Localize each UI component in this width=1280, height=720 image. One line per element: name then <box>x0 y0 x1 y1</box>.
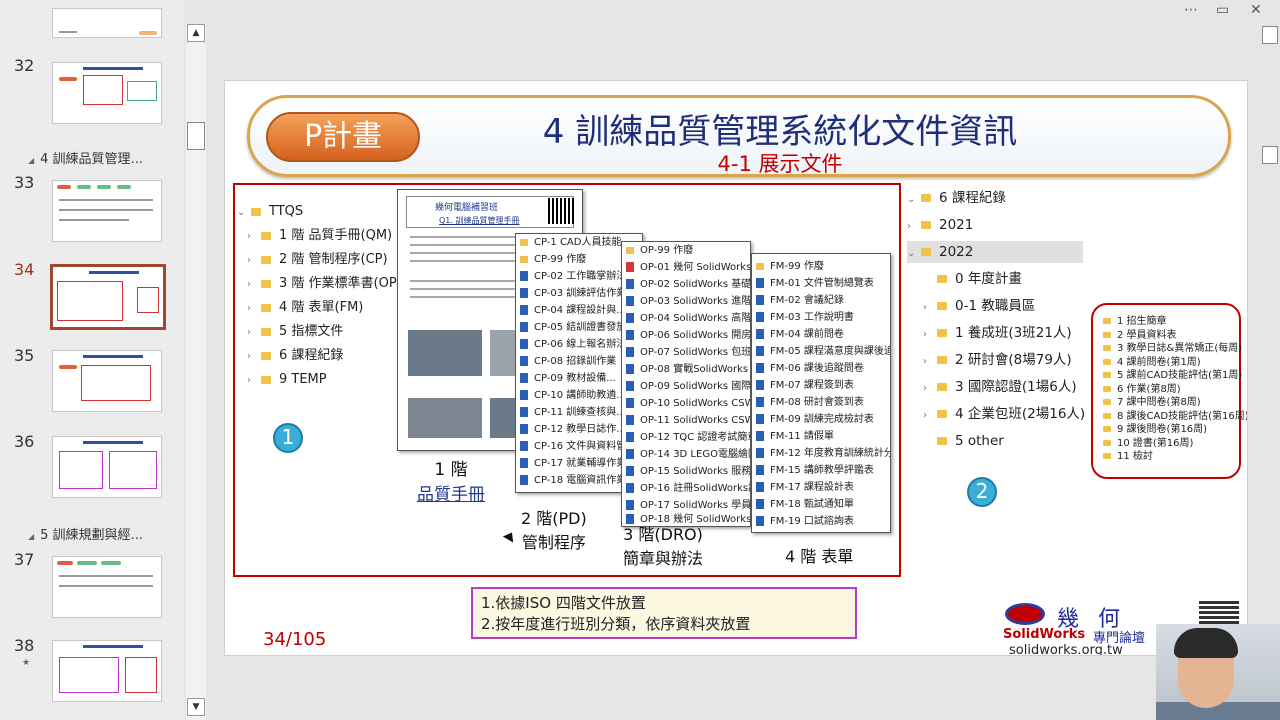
tree-item[interactable]: 5 other <box>923 430 1004 452</box>
classroom-photo <box>408 330 482 376</box>
tree-item[interactable]: › 5 指標文件 <box>247 323 343 341</box>
tree-item[interactable]: › 3 國際認證(1場6人) <box>923 376 1077 398</box>
folder-icon <box>937 437 947 445</box>
level-2-label: 2 階(PD) 管制程序 <box>521 509 587 552</box>
slide-thumbnail-35[interactable] <box>52 350 162 412</box>
tree-item[interactable]: › 3 階 作業標準書(OP) <box>247 275 402 293</box>
scroll-down-icon[interactable]: ▼ <box>187 698 205 716</box>
tree-item[interactable]: › 0-1 教職員區 <box>923 295 1035 317</box>
folder-icon <box>251 207 261 216</box>
slide-number: 38 <box>14 636 35 655</box>
tree-item[interactable]: › 2021 <box>907 214 973 236</box>
scroll-up-icon[interactable]: ▲ <box>187 24 205 42</box>
level-3-label: 3 階(DRO) 簡章與辦法 <box>623 525 704 568</box>
tree-item[interactable]: › 4 企業包班(2場16人) <box>923 403 1085 425</box>
folder-icon <box>261 375 271 384</box>
class-folder-callout: 1 招生簡章 2 學員資料表 3 教學日誌&異常矯正(每周) 4 課前問卷(第1… <box>1091 303 1247 479</box>
slide-number: 33 <box>14 173 35 192</box>
level-1-label: 1 階 品質手冊 <box>417 460 485 505</box>
folder-icon <box>937 410 947 418</box>
logo-emblem-icon <box>1005 603 1045 625</box>
slide-thumbnail-34-active[interactable] <box>50 264 166 330</box>
tree-root[interactable]: ⌄ TTQS <box>237 203 303 221</box>
page-number: 34/105 <box>263 629 327 650</box>
slide-number: 35 <box>14 346 35 365</box>
tree-item[interactable]: › 2 研討會(8場79人) <box>923 349 1072 371</box>
thumbnail-scrollbar[interactable]: ▲ ▼ <box>186 24 206 720</box>
close-icon[interactable]: ✕ <box>1250 2 1262 18</box>
folder-icon <box>261 327 271 336</box>
more-icon[interactable]: ⋯ <box>1184 2 1198 18</box>
slide-number: 34 <box>14 260 35 279</box>
slide-title: 4 訓練品質管理系統化文件資訊 <box>542 112 1018 152</box>
circle-marker-1: 1 <box>273 423 303 453</box>
folder-icon <box>937 329 947 337</box>
course-records-tree: ⌄ 6 課程紀錄 › 2021 ⌄ 2022 0 年度計畫 › 0-1 教職員區 › 1 … <box>907 185 1087 465</box>
qr-code-icon <box>548 198 574 224</box>
slide-number: 32 <box>14 56 35 75</box>
folder-icon <box>937 275 947 283</box>
right-scroll-thumb[interactable] <box>1262 146 1278 164</box>
slide-subtitle: 4-1 展示文件 <box>717 152 843 176</box>
notes-box: 1.依據ISO 四階文件放置 2.按年度進行班別分類，依序資料夾放置 <box>471 587 857 639</box>
p-plan-badge: P計畫 <box>266 112 420 162</box>
animation-star-icon: ★ <box>22 658 31 668</box>
folder-icon <box>261 231 271 240</box>
tree-item[interactable]: › 1 階 品質手冊(QM) <box>247 227 392 245</box>
webcam-overlay <box>1156 624 1280 720</box>
folder-icon <box>921 221 931 229</box>
tree-item[interactable]: › 4 階 表單(FM) <box>247 299 363 317</box>
circle-marker-2: 2 <box>967 477 997 507</box>
folder-icon <box>937 356 947 364</box>
slide-number: 37 <box>14 550 35 569</box>
tree-item-selected[interactable]: ⌄ 2022 <box>907 241 1083 263</box>
slide-thumbnail-32[interactable] <box>52 62 162 124</box>
tree-item[interactable]: › 1 養成班(3班21人) <box>923 322 1072 344</box>
section-header-5[interactable]: ◢ 5 訓練規劃與經... <box>28 524 143 543</box>
window-controls: ⋯ ▭ ✕ <box>1170 0 1280 24</box>
classroom-photo <box>408 398 482 438</box>
collapse-triangle-icon[interactable]: ◢ <box>28 156 34 165</box>
folder-icon <box>261 279 271 288</box>
folder-icon <box>261 255 271 264</box>
slide-canvas[interactable]: P計畫 4 訓練品質管理系統化文件資訊 4-1 展示文件 ⌄ TTQS › 1 階 … <box>224 80 1248 656</box>
folder-icon <box>937 383 947 391</box>
tree-item[interactable]: › 6 課程紀錄 <box>247 347 343 365</box>
level-4-label: 4 階 表單 <box>785 547 854 566</box>
section-header-4[interactable]: ◢ 4 訓練品質管理... <box>28 148 143 167</box>
op-file-list: OP-99 作廢 OP-01 幾何 SolidWorks 專業... OP-02… <box>621 241 751 527</box>
folder-icon <box>261 351 271 360</box>
tree-item[interactable]: 0 年度計畫 <box>923 268 1022 290</box>
scroll-thumb[interactable] <box>187 122 205 150</box>
tree-item[interactable]: › 2 階 管制程序(CP) <box>247 251 388 269</box>
ttqs-tree: ⌄ TTQS › 1 階 品質手冊(QM) › 2 階 管制程序(CP) › 3 階 作… <box>237 201 402 401</box>
slide-thumbnail-37[interactable] <box>52 556 162 618</box>
title-banner: P計畫 4 訓練品質管理系統化文件資訊 4-1 展示文件 <box>247 95 1231 177</box>
slide-thumbnail-36[interactable] <box>52 436 162 498</box>
right-scroll-up[interactable] <box>1262 26 1278 44</box>
slide-thumbnail-pane: 32 ◢ 4 訓練品質管理... 33 34 35 36 ◢ 5 訓練規劃與經...… <box>0 0 184 720</box>
tree-item[interactable]: › 9 TEMP <box>247 371 327 389</box>
folder-icon <box>261 303 271 312</box>
slide-thumbnail-33[interactable] <box>52 180 162 242</box>
slide-number: 36 <box>14 432 35 451</box>
fm-file-list: FM-99 作廢 FM-01 文件管制總覽表 FM-02 會議紀錄 FM-03 … <box>751 253 891 533</box>
chevron-down-icon: ⌄ <box>237 207 246 218</box>
slide-thumbnail-38[interactable] <box>52 640 162 702</box>
folder-icon <box>921 194 931 202</box>
slide-thumbnail-31[interactable] <box>52 8 162 38</box>
collapse-triangle-icon[interactable]: ◢ <box>28 532 34 541</box>
restore-icon[interactable]: ▭ <box>1216 2 1229 18</box>
folder-icon <box>937 302 947 310</box>
tree-root[interactable]: ⌄ 6 課程紀錄 <box>907 187 1006 209</box>
folder-icon <box>921 248 931 256</box>
